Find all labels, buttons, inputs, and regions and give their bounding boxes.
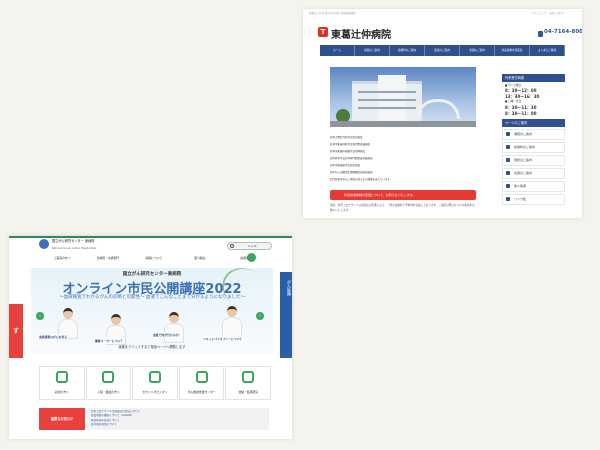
ncc-logo-icon[interactable] xyxy=(39,239,49,249)
quick-link-inpatient[interactable]: 入院・面会の方へ xyxy=(85,366,132,400)
intro-text: 肛門疾患を中心に地域の皆さまの健康を支えています。 xyxy=(330,178,393,181)
certification-item: 日本消化器病学会認定施設 xyxy=(330,164,361,167)
sidebar-heading-hours: 外来受付時間 xyxy=(502,74,565,82)
nav-about[interactable]: 病院のご案内 xyxy=(355,45,390,56)
site-title[interactable]: 東葛辻仲病院 xyxy=(331,26,391,41)
sidebar-heading-menu: ページのご案内 xyxy=(502,118,565,127)
nav-faq[interactable]: よくあるご質問 xyxy=(530,45,565,56)
nav-home[interactable]: ホーム xyxy=(320,45,355,56)
bed-icon xyxy=(102,371,115,383)
sidebar-link-visit[interactable]: 受診のご案内 xyxy=(502,154,565,166)
top-utility-links[interactable]: サイトマップ お問い合わせ xyxy=(531,11,564,15)
hospital-website-left: 国立がん研究センター 東病院 National Cancer Center Ho… xyxy=(9,236,292,439)
sidebar-link-label: 受診のご案内 xyxy=(514,157,533,162)
certifications-list: 日本大腸肛門病学会認定施設 日本消化器外科学会専門医修練施設 日本消化器内視鏡学… xyxy=(330,135,476,184)
certification-item: 日本大腸肛門病学会認定施設 xyxy=(330,136,363,139)
top-utility-left: 医療法人社団 東葛辻仲病院 地域医療連携 xyxy=(309,12,356,15)
sidebar-link-departments[interactable]: 診療科のご案内 xyxy=(502,141,565,153)
bullet-icon xyxy=(506,158,510,163)
hours-holiday: 8：30〜11：00 xyxy=(505,110,537,116)
hospital-website-right: 医療法人社団 東葛辻仲病院 地域医療連携 サイトマップ お問い合わせ T 東葛辻… xyxy=(303,9,582,218)
bullet-icon xyxy=(506,197,510,202)
hospital-logo-icon[interactable]: T xyxy=(318,27,328,37)
doctor-portrait xyxy=(161,312,187,346)
sidebar: 外来受付時間 ■ 月〜土曜日 8：30〜12：00 13：30〜16：30 ■ … xyxy=(502,74,565,205)
reception-hours: ■ 月〜土曜日 8：30〜12：00 13：30〜16：30 ■ 日曜・祝日 8… xyxy=(502,82,565,119)
quick-link-second-opinion[interactable]: セカンドオピニオン xyxy=(132,366,178,400)
sidebar-link-recruit[interactable]: 求人情報 xyxy=(502,180,565,192)
first-visit-icon xyxy=(55,371,68,383)
side-tab-right[interactable]: がん医療 xyxy=(280,272,292,358)
certification-item: 日本消化器外科学会専門医修練施設 xyxy=(330,143,371,146)
sidebar-link-label: リンク集 xyxy=(514,196,527,201)
top-accent-bar xyxy=(9,236,292,238)
quick-links: 初診の方へ 入院・面会の方へ セカンドオピニオン がん相談支援センター 治験・臨… xyxy=(39,366,271,400)
quick-link-label: セカンドオピニオン xyxy=(142,390,168,394)
nav-visitors[interactable]: ご来院の方へ xyxy=(39,256,85,260)
flask-icon xyxy=(242,371,255,383)
site-subtitle: National Cancer Center Hospital East xyxy=(52,247,97,250)
phone-icon xyxy=(538,31,543,37)
hospital-building-photo xyxy=(330,67,476,127)
sidebar-link-label: 病院のご案内 xyxy=(514,131,533,136)
phone-number[interactable]: 04-7164-8000 xyxy=(544,29,582,35)
covid-notice-text: 現在、新型コロナウイルス感染症の影響により、一部の診療科で予約制を実施しておりま… xyxy=(330,204,475,212)
sidebar-link-about[interactable]: 病院のご案内 xyxy=(502,128,565,140)
top-utility-bar: 医療法人社団 東葛辻仲病院 地域医療連携 サイトマップ お問い合わせ xyxy=(303,9,582,15)
bullet-icon xyxy=(506,145,510,150)
site-title[interactable]: 国立がん研究センター 東病院 xyxy=(52,239,94,243)
people-icon xyxy=(148,371,161,383)
nav-departments[interactable]: 診療科のご案内 xyxy=(390,45,425,56)
text-size-controls[interactable]: A A ⚙ xyxy=(248,244,257,248)
quick-link-label: 初診の方へ xyxy=(54,390,69,394)
quick-link-label: がん相談支援センター xyxy=(187,390,216,394)
carousel-prev-button[interactable]: ‹ xyxy=(36,312,44,320)
bullet-icon xyxy=(506,132,510,137)
bullet-icon xyxy=(506,171,510,176)
certification-item: 日本消化器内視鏡学会指導施設 xyxy=(330,150,366,153)
speaker-caption: リキッドバイオプシーについて xyxy=(201,336,245,342)
main-nav: ご来院の方へ 診療科・共通部門 病院について 取り組み 採用情報 xyxy=(39,253,269,263)
nav-access[interactable]: 交通のご案内 xyxy=(460,45,495,56)
doctor-portrait xyxy=(219,306,245,340)
certification-item: 日本外科学会外科専門医制度修練施設 xyxy=(330,157,373,160)
consultation-icon xyxy=(195,371,208,383)
sidebar-link-label: 求人情報 xyxy=(514,183,527,188)
nav-about[interactable]: 病院について xyxy=(131,256,177,260)
bullet-icon xyxy=(506,184,510,189)
quick-link-clinical-trials[interactable]: 治験・臨床研究 xyxy=(225,366,271,400)
quick-link-consultation[interactable]: がん相談支援センター xyxy=(178,366,225,400)
speaker-caption: 血液検査はがんを見る xyxy=(37,334,69,340)
notice-link[interactable]: 駐車場の利用について xyxy=(91,423,265,427)
quick-link-label: 入院・面会の方へ xyxy=(97,390,120,394)
nav-doctor-schedule[interactable]: 外来診療担当医表 xyxy=(495,45,530,56)
nav-departments[interactable]: 診療科・共通部門 xyxy=(85,256,131,260)
alert-banner[interactable]: 外来診療体制の変更について、お知らせいたします。 xyxy=(330,190,476,200)
search-icon[interactable] xyxy=(230,244,234,248)
carousel-next-button[interactable]: › xyxy=(256,312,264,320)
sidebar-link-access[interactable]: 交通のご案内 xyxy=(502,167,565,179)
menu-circle-icon[interactable] xyxy=(247,253,256,262)
lecture-banner[interactable]: 国立がん研究センター東病院 オンライン市民公開講座2022 〜血液検査でわかるが… xyxy=(31,268,273,354)
speaker-caption: 血液で何が分かるの？ xyxy=(151,332,183,338)
important-notice-heading: 重要なお知らせ xyxy=(39,408,85,430)
sidebar-link-links[interactable]: リンク集 xyxy=(502,193,565,205)
search-input[interactable]: A A ⚙ xyxy=(227,242,272,250)
certification-item: 日本がん治療認定医機構認定研修施設 xyxy=(330,171,373,174)
nav-visit[interactable]: 受診のご案内 xyxy=(425,45,460,56)
banner-footnote: 画像をクリックすると特設ページへ移動します xyxy=(118,345,186,349)
sidebar-link-label: 交通のご案内 xyxy=(514,170,533,175)
sidebar-link-label: 診療科のご案内 xyxy=(514,144,536,149)
quick-link-label: 治験・臨床研究 xyxy=(238,390,258,394)
main-nav: ホーム 病院のご案内 診療科のご案内 受診のご案内 交通のご案内 外来診療担当医… xyxy=(320,45,565,56)
important-notice-list: 新型コロナウイルス感染症の対応について 面会制限の継続について（2022年） 発… xyxy=(87,408,269,430)
side-tab-left[interactable]: す xyxy=(9,304,23,358)
nav-initiatives[interactable]: 取り組み xyxy=(177,256,223,260)
quick-link-first-visit[interactable]: 初診の方へ xyxy=(39,366,85,400)
nav-recruit[interactable]: 採用情報 xyxy=(223,256,269,260)
